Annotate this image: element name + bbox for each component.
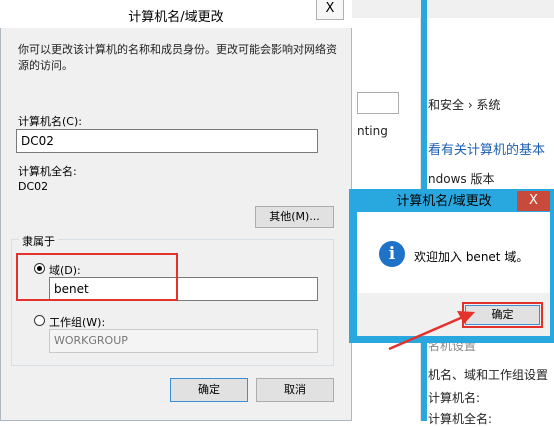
popup-close-button[interactable]: X: [517, 191, 550, 211]
popup-title: 计算机名/域更改: [396, 194, 492, 209]
workgroup-input[interactable]: WORKGROUP: [49, 329, 318, 353]
popup-message: 欢迎加入 benet 域。: [414, 250, 529, 264]
system-window-titlebar: [352, 0, 554, 18]
workgroup-label: 工作组(W):: [49, 316, 106, 329]
system-heading: 看有关计算机的基本: [428, 143, 546, 158]
full-name-value: DC02: [18, 180, 49, 193]
dialog-title: 计算机名/域更改: [128, 10, 224, 25]
computer-name-label: 计算机名(C):: [18, 115, 82, 128]
popup-ok-highlight-box: [462, 302, 543, 328]
more-button[interactable]: 其他(M)...: [255, 206, 334, 228]
cancel-button[interactable]: 取消: [256, 378, 334, 402]
dialog-close-button[interactable]: X: [316, 0, 344, 20]
system-full-name: 计算机全名:: [428, 412, 493, 426]
domain-highlight-box: [16, 253, 178, 301]
full-name-label: 计算机全名:: [18, 165, 77, 178]
dialog-description: 你可以更改该计算机的名称和成员身份。更改可能会影响对网络资源的访问。: [18, 43, 337, 72]
system-section-title: 机名、域和工作组设置: [428, 368, 549, 382]
computer-name-input[interactable]: DC02: [16, 129, 318, 153]
member-of-label: 隶属于: [19, 233, 58, 249]
workgroup-radio[interactable]: [34, 315, 45, 326]
system-breadcrumb[interactable]: 和安全 › 系统: [428, 96, 500, 113]
info-icon: i: [379, 241, 405, 267]
system-window-search-box[interactable]: [357, 92, 399, 114]
system-computer-name: 计算机名:: [428, 391, 481, 405]
system-windows-edition: ndows 版本: [428, 172, 495, 186]
system-left-text: nting: [357, 124, 388, 138]
ok-button[interactable]: 确定: [170, 378, 248, 402]
